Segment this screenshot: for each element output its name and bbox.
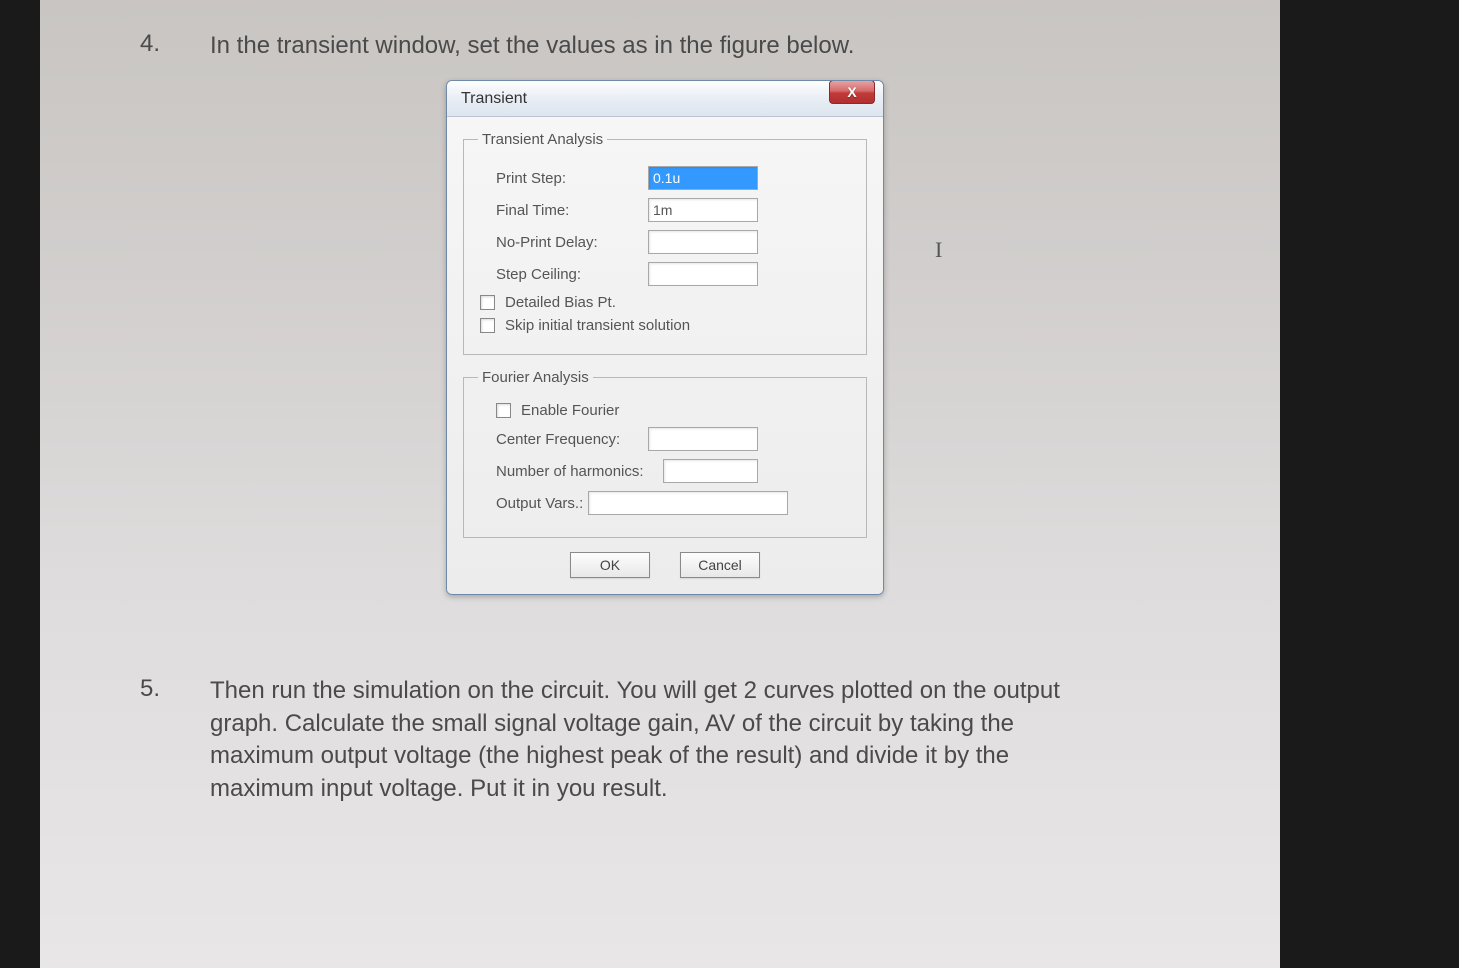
print-step-label: Print Step: bbox=[478, 170, 648, 187]
final-time-input[interactable] bbox=[648, 198, 758, 222]
skip-initial-row: Skip initial transient solution bbox=[478, 317, 852, 334]
print-step-input[interactable] bbox=[648, 166, 758, 190]
center-freq-row: Center Frequency: bbox=[478, 427, 852, 451]
no-print-delay-label: No-Print Delay: bbox=[478, 234, 648, 251]
detailed-bias-label: Detailed Bias Pt. bbox=[505, 294, 616, 311]
text-cursor-icon: I bbox=[935, 237, 942, 263]
fourier-legend: Fourier Analysis bbox=[478, 369, 593, 386]
harmonics-input[interactable] bbox=[663, 459, 758, 483]
step-text: Then run the simulation on the circuit. … bbox=[210, 675, 1110, 805]
step-ceiling-label: Step Ceiling: bbox=[478, 266, 648, 283]
final-time-row: Final Time: bbox=[478, 198, 852, 222]
step-ceiling-row: Step Ceiling: bbox=[478, 262, 852, 286]
ok-button[interactable]: OK bbox=[570, 552, 650, 578]
dialog-titlebar: Transient X bbox=[447, 81, 883, 117]
enable-fourier-label: Enable Fourier bbox=[521, 402, 619, 419]
step-5: 5. Then run the simulation on the circui… bbox=[140, 675, 1190, 805]
step-number: 4. bbox=[140, 30, 210, 62]
center-freq-input[interactable] bbox=[648, 427, 758, 451]
transient-legend: Transient Analysis bbox=[478, 131, 607, 148]
final-time-label: Final Time: bbox=[478, 202, 648, 219]
output-vars-label: Output Vars.: bbox=[478, 495, 588, 512]
fourier-analysis-group: Fourier Analysis Enable Fourier Center F… bbox=[463, 369, 867, 538]
output-vars-input[interactable] bbox=[588, 491, 788, 515]
skip-initial-checkbox[interactable] bbox=[480, 318, 495, 333]
no-print-delay-row: No-Print Delay: bbox=[478, 230, 852, 254]
dialog-buttons: OK Cancel bbox=[463, 552, 867, 578]
transient-analysis-group: Transient Analysis Print Step: Final Tim… bbox=[463, 131, 867, 355]
print-step-row: Print Step: bbox=[478, 166, 852, 190]
harmonics-row: Number of harmonics: bbox=[478, 459, 852, 483]
close-button[interactable]: X bbox=[829, 80, 875, 104]
dialog-title: Transient bbox=[461, 90, 829, 108]
detailed-bias-checkbox[interactable] bbox=[480, 295, 495, 310]
enable-fourier-row: Enable Fourier bbox=[478, 402, 852, 419]
step-text: In the transient window, set the values … bbox=[210, 30, 854, 62]
document-page: 4. In the transient window, set the valu… bbox=[40, 0, 1280, 968]
dialog-body: Transient Analysis Print Step: Final Tim… bbox=[447, 117, 883, 594]
cancel-button[interactable]: Cancel bbox=[680, 552, 760, 578]
close-icon: X bbox=[847, 84, 856, 100]
detailed-bias-row: Detailed Bias Pt. bbox=[478, 294, 852, 311]
center-freq-label: Center Frequency: bbox=[478, 431, 648, 448]
skip-initial-label: Skip initial transient solution bbox=[505, 317, 690, 334]
transient-dialog: Transient X Transient Analysis Print Ste… bbox=[446, 80, 884, 595]
dialog-container: Transient X Transient Analysis Print Ste… bbox=[140, 80, 1190, 595]
step-number: 5. bbox=[140, 675, 210, 805]
step-ceiling-input[interactable] bbox=[648, 262, 758, 286]
enable-fourier-checkbox[interactable] bbox=[496, 403, 511, 418]
step-4: 4. In the transient window, set the valu… bbox=[140, 30, 1190, 62]
output-vars-row: Output Vars.: bbox=[478, 491, 852, 515]
harmonics-label: Number of harmonics: bbox=[478, 463, 663, 480]
no-print-delay-input[interactable] bbox=[648, 230, 758, 254]
